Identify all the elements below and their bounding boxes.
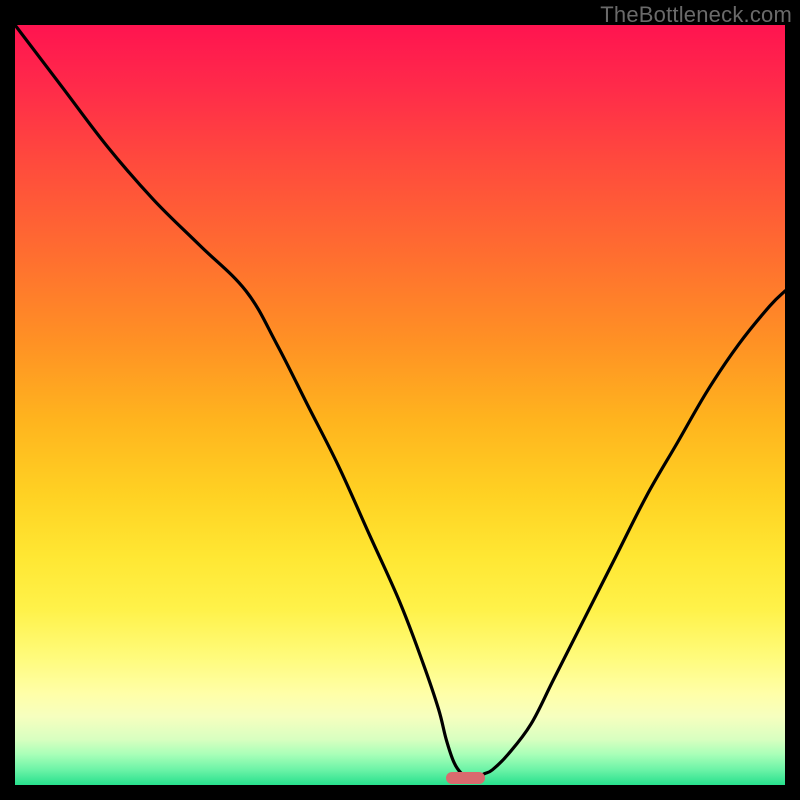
- watermark-text: TheBottleneck.com: [600, 2, 792, 28]
- chart-frame: TheBottleneck.com: [0, 0, 800, 800]
- plot-area: [15, 25, 785, 785]
- bottleneck-curve: [15, 25, 785, 785]
- optimal-range-marker: [446, 772, 485, 784]
